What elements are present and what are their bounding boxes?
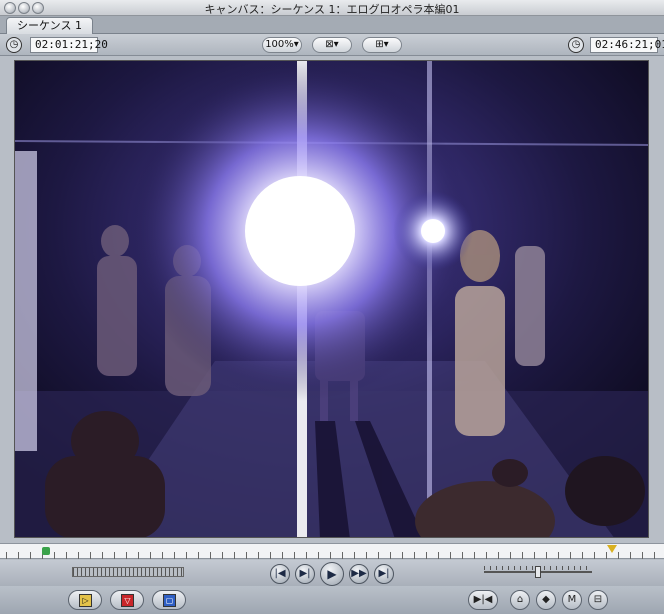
tab-sequence-1[interactable]: シーケンス 1: [6, 17, 93, 34]
clock-icon[interactable]: ◷: [568, 37, 584, 53]
play-in-to-out-icon[interactable]: ▶|: [295, 564, 315, 584]
add-marker-icon[interactable]: M: [562, 590, 582, 610]
edit-buttons-bar: ▷ ▽ ▢ ▶|◀ ⌂ ◆ M ⊟: [0, 586, 664, 614]
chevron-down-icon: ▾: [383, 39, 389, 50]
overwrite-edit-icon: ▽: [121, 594, 134, 607]
zoom-value: 100%: [265, 39, 294, 50]
video-frame-image: [15, 61, 648, 537]
overlay-popup[interactable]: ⊞▾: [362, 37, 402, 53]
go-to-out-point-icon[interactable]: ▶|: [374, 564, 394, 584]
insert-edit-button[interactable]: ▷: [68, 590, 102, 610]
clock-icon[interactable]: ◷: [6, 37, 22, 53]
transport-controls: |◀ ▶| ▶ ▶▶ ▶|: [0, 560, 664, 586]
scrubber-ticks: [6, 552, 658, 559]
tab-strip: シーケンス 1: [0, 16, 664, 34]
playhead[interactable]: [607, 545, 618, 553]
current-timecode-field[interactable]: 02:01:21;20: [30, 37, 108, 53]
match-frame-icon[interactable]: ⌂: [510, 590, 530, 610]
in-point-marker[interactable]: [41, 547, 50, 555]
replace-edit-icon: ▢: [163, 594, 176, 607]
insert-edit-icon: ▷: [79, 594, 92, 607]
canvas-control-bar: ◷ 02:01:21;20 100%▾ ⊠▾ ⊞▾ ◷ 02:46:21;01: [0, 34, 664, 56]
view-mode-popup[interactable]: ⊠▾: [312, 37, 352, 53]
mark-clip-icon[interactable]: ⊟: [588, 590, 608, 610]
go-to-in-point-icon[interactable]: |◀: [270, 564, 290, 584]
mark-in-out-icon[interactable]: ▶|◀: [468, 590, 498, 610]
overwrite-edit-button[interactable]: ▽: [110, 590, 144, 610]
duration-timecode-field[interactable]: 02:46:21;01: [590, 37, 664, 53]
shuttle-control[interactable]: [72, 567, 184, 577]
view-mode-icon: ⊠: [325, 39, 334, 50]
chevron-down-icon: ▾: [293, 39, 299, 50]
jog-control[interactable]: [484, 566, 592, 578]
add-keyframe-icon[interactable]: ◆: [536, 590, 556, 610]
play-around-icon[interactable]: ▶▶: [349, 564, 369, 584]
video-canvas[interactable]: [14, 60, 649, 538]
play-icon[interactable]: ▶: [320, 562, 344, 586]
window-title: キャンバス：シーケンス 1：エログロオペラ本編01: [204, 3, 460, 16]
replace-edit-button[interactable]: ▢: [152, 590, 186, 610]
jog-thumb[interactable]: [535, 566, 541, 578]
timeline-scrubber[interactable]: [0, 543, 664, 559]
chevron-down-icon: ▾: [333, 39, 339, 50]
zoom-popup[interactable]: 100%▾: [262, 37, 302, 53]
overlay-icon: ⊞: [375, 39, 384, 50]
window-title-bar: キャンバス：シーケンス 1：エログロオペラ本編01: [0, 0, 664, 16]
